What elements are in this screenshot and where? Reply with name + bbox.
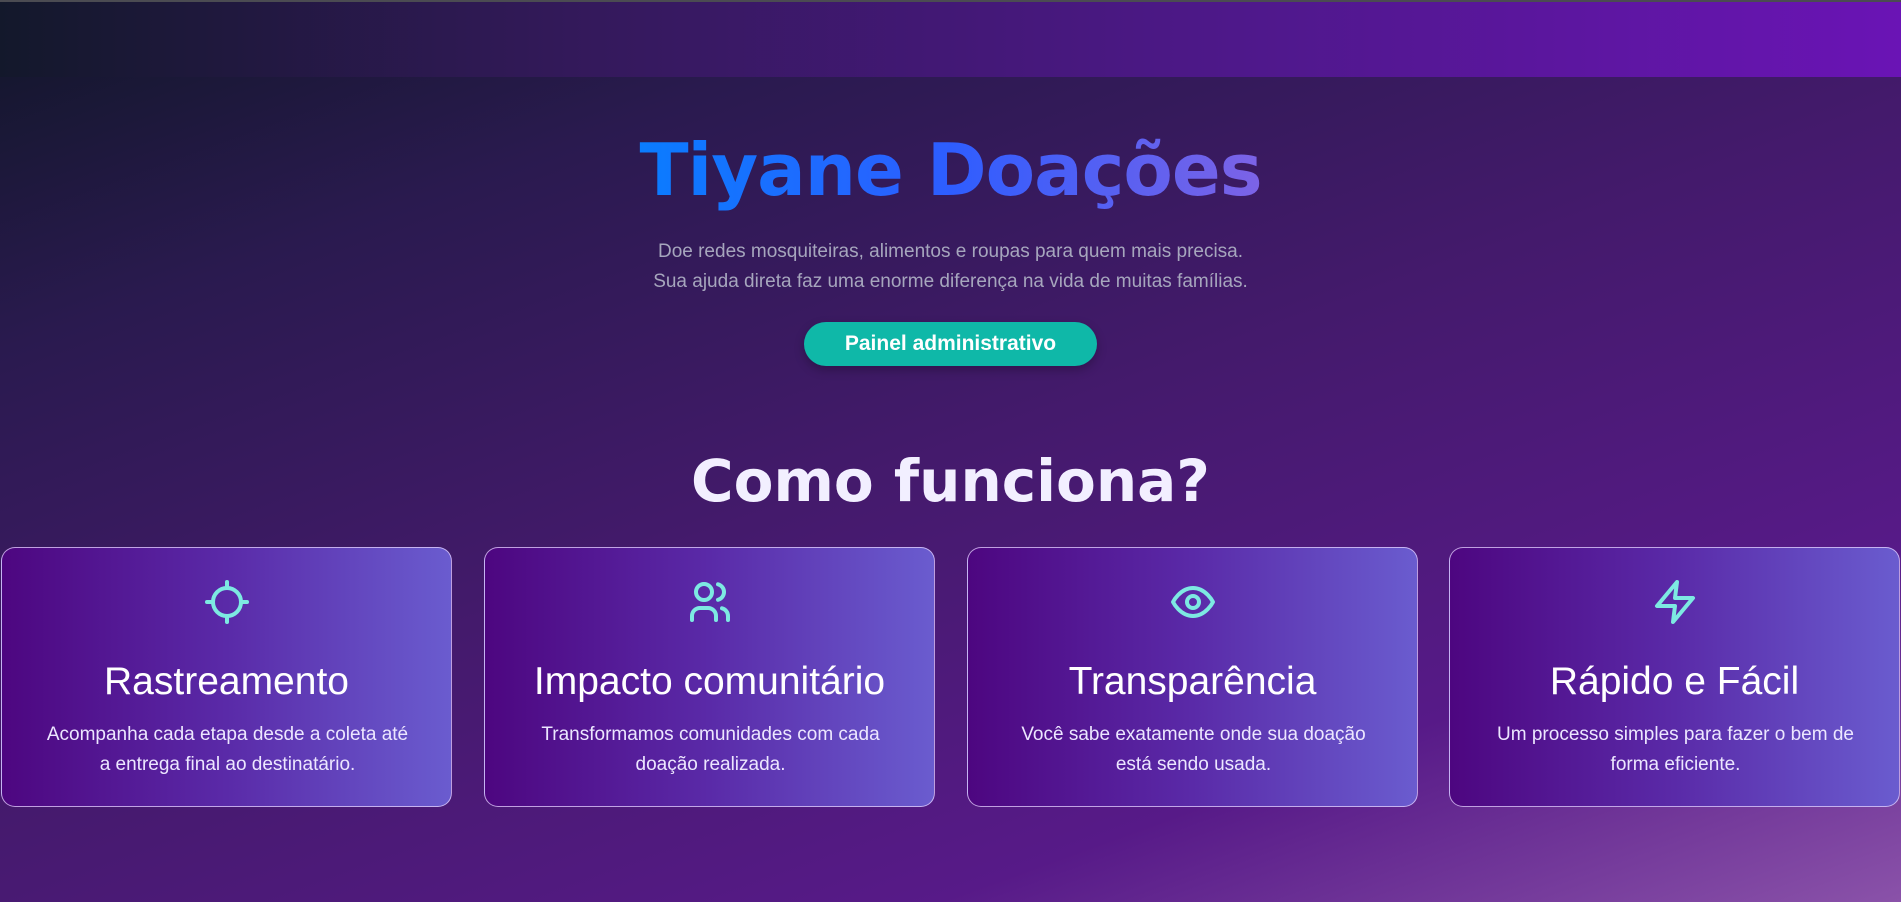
feature-card-tracking: Rastreamento Acompanha cada etapa desde … (1, 547, 452, 807)
feature-title: Rápido e Fácil (1549, 660, 1800, 703)
hero-description-line-1: Doe redes mosquiteiras, alimentos e roup… (657, 241, 1244, 262)
hero-description: Doe redes mosquiteiras, alimentos e roup… (0, 237, 1901, 297)
lightning-icon (1651, 578, 1699, 626)
feature-title: Rastreamento (104, 660, 349, 703)
admin-panel-button[interactable]: Painel administrativo (804, 322, 1097, 366)
users-icon (686, 578, 734, 626)
hero-description-line-2: Sua ajuda direta faz uma enorme diferenç… (653, 271, 1248, 292)
feature-card-community-impact: Impacto comunitário Transformamos comuni… (484, 547, 935, 807)
top-navbar (0, 2, 1901, 77)
feature-card-fast-easy: Rápido e Fácil Um processo simples para … (1449, 547, 1900, 807)
feature-title: Transparência (1068, 660, 1317, 703)
feature-description: Um processo simples para fazer o bem de … (1497, 724, 1854, 775)
crosshair-icon (203, 578, 251, 626)
hero-title: Tiyane Doações (639, 115, 1262, 225)
feature-title: Impacto comunitário (533, 660, 886, 703)
eye-icon (1169, 578, 1217, 626)
hero-section: Tiyane Doações Doe redes mosquiteiras, a… (0, 115, 1901, 297)
feature-card-transparency: Transparência Você sabe exatamente onde … (967, 547, 1418, 807)
feature-description: Você sabe exatamente onde sua doação est… (1021, 724, 1366, 775)
feature-description: Acompanha cada etapa desde a coleta até … (46, 724, 409, 775)
feature-description: Transformamos comunidades com cada doaçã… (541, 724, 880, 775)
how-it-works-title: Como funciona? (691, 447, 1210, 515)
